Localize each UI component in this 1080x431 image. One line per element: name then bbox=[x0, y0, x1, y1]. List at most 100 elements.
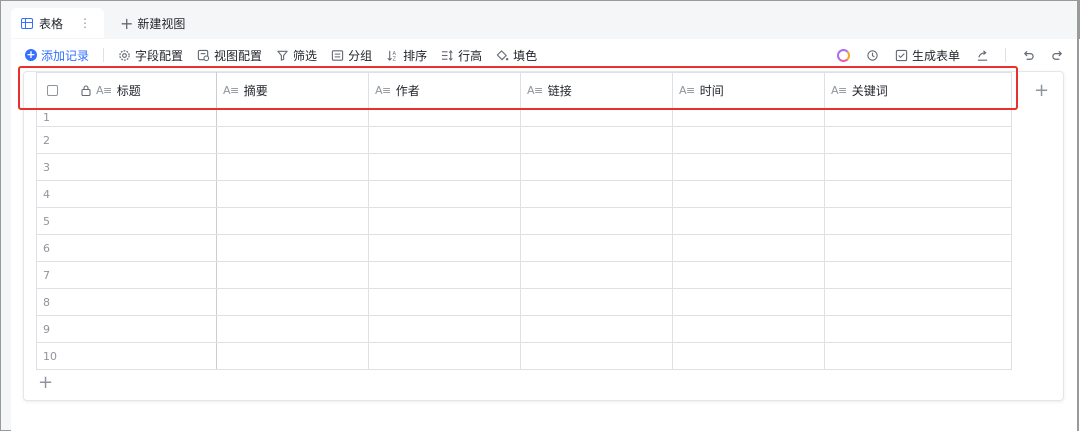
table-cell[interactable] bbox=[672, 261, 825, 289]
column-header-link[interactable]: A≡ 链接 bbox=[520, 72, 673, 109]
table-cell[interactable] bbox=[672, 108, 825, 127]
generate-form-button[interactable]: 生成表单 bbox=[895, 47, 960, 64]
table-row[interactable]: 10 bbox=[36, 342, 1012, 370]
table-row[interactable]: 5 bbox=[36, 207, 1012, 235]
table-cell[interactable] bbox=[672, 153, 825, 181]
sort-button[interactable]: AZ 排序 bbox=[386, 47, 427, 64]
view-tab-bar: 表格 ⋮ + 新建视图 bbox=[11, 7, 185, 39]
table-cell[interactable] bbox=[368, 234, 521, 262]
table-cell[interactable] bbox=[824, 180, 1012, 208]
table-row[interactable]: 9 bbox=[36, 315, 1012, 343]
table-cell[interactable] bbox=[368, 153, 521, 181]
table-cell[interactable] bbox=[824, 315, 1012, 343]
table-cell[interactable] bbox=[672, 180, 825, 208]
table-cell[interactable] bbox=[672, 234, 825, 262]
table-row[interactable]: 8 bbox=[36, 288, 1012, 316]
table-cell[interactable] bbox=[216, 288, 369, 316]
table-cell[interactable] bbox=[216, 234, 369, 262]
table-cell[interactable] bbox=[520, 288, 673, 316]
table-cell[interactable] bbox=[824, 288, 1012, 316]
table-cell[interactable] bbox=[216, 261, 369, 289]
table-cell[interactable] bbox=[368, 207, 521, 235]
table-cell[interactable] bbox=[520, 261, 673, 289]
table-cell[interactable] bbox=[368, 108, 521, 127]
more-vertical-icon[interactable]: ⋮ bbox=[79, 16, 91, 30]
add-column-button[interactable]: + bbox=[1034, 80, 1049, 101]
table-cell[interactable] bbox=[368, 315, 521, 343]
app-frame: 表格 ⋮ + 新建视图 + 添加记录 字段配置 视图配置 筛选 分组 A Z 排… bbox=[0, 0, 1080, 431]
group-button[interactable]: 分组 bbox=[331, 47, 372, 64]
table-cell[interactable] bbox=[216, 126, 369, 154]
new-view-label: 新建视图 bbox=[137, 16, 186, 31]
column-header-summary[interactable]: A≡ 摘要 bbox=[216, 72, 369, 109]
table-cell[interactable] bbox=[520, 207, 673, 235]
table-row[interactable]: 1 bbox=[36, 108, 1012, 127]
column-header-time[interactable]: A≡ 时间 bbox=[672, 72, 825, 109]
table-cell[interactable] bbox=[368, 126, 521, 154]
table-cell[interactable] bbox=[216, 207, 369, 235]
table-cell[interactable] bbox=[672, 126, 825, 154]
table-cell[interactable] bbox=[368, 288, 521, 316]
table-row[interactable]: 6 bbox=[36, 234, 1012, 262]
column-header-author[interactable]: A≡ 作者 bbox=[368, 72, 521, 109]
row-number: 4 bbox=[36, 180, 217, 208]
table-cell[interactable] bbox=[520, 342, 673, 370]
table-cell[interactable] bbox=[216, 342, 369, 370]
history-clock-icon bbox=[867, 49, 878, 61]
new-view-button[interactable]: + 新建视图 bbox=[120, 14, 185, 33]
table-cell[interactable] bbox=[672, 288, 825, 316]
table-cell[interactable] bbox=[216, 153, 369, 181]
ai-assistant-button[interactable] bbox=[836, 48, 850, 62]
table-cell[interactable] bbox=[824, 234, 1012, 262]
table-row[interactable]: 2 bbox=[36, 126, 1012, 154]
add-record-button[interactable]: + 添加记录 bbox=[25, 47, 89, 64]
field-config-label: 字段配置 bbox=[135, 48, 184, 63]
table-row[interactable]: 4 bbox=[36, 180, 1012, 208]
tab-table-view[interactable]: 表格 ⋮ bbox=[11, 8, 105, 38]
data-grid: A≡ 标题 A≡ 摘要 A≡ 作者 A≡ 链接 A≡ 时间 A≡ 关键词 1 2… bbox=[36, 72, 1012, 370]
table-cell[interactable] bbox=[824, 261, 1012, 289]
row-number: 10 bbox=[36, 342, 217, 370]
table-cell[interactable] bbox=[368, 180, 521, 208]
add-row-button[interactable]: + bbox=[38, 372, 53, 393]
table-cell[interactable] bbox=[520, 126, 673, 154]
column-header-title[interactable]: A≡ 标题 bbox=[36, 72, 217, 109]
table-cell[interactable] bbox=[824, 108, 1012, 127]
table-cell[interactable] bbox=[672, 207, 825, 235]
table-cell[interactable] bbox=[672, 315, 825, 343]
header-row: A≡ 标题 A≡ 摘要 A≡ 作者 A≡ 链接 A≡ 时间 A≡ 关键词 bbox=[36, 72, 1012, 109]
table-cell[interactable] bbox=[824, 126, 1012, 154]
share-button[interactable] bbox=[976, 49, 989, 62]
table-cell[interactable] bbox=[216, 180, 369, 208]
select-all-checkbox[interactable] bbox=[47, 85, 58, 96]
table-cell[interactable] bbox=[672, 342, 825, 370]
table-cell[interactable] bbox=[368, 261, 521, 289]
filter-button[interactable]: 筛选 bbox=[276, 47, 317, 64]
table-cell[interactable] bbox=[824, 342, 1012, 370]
row-number: 5 bbox=[36, 207, 217, 235]
table-row[interactable]: 3 bbox=[36, 153, 1012, 181]
table-cell[interactable] bbox=[520, 108, 673, 127]
table-row[interactable]: 7 bbox=[36, 261, 1012, 289]
table-cell[interactable] bbox=[216, 315, 369, 343]
table-cell[interactable] bbox=[216, 108, 369, 127]
table-cell[interactable] bbox=[824, 153, 1012, 181]
history-button[interactable] bbox=[866, 49, 879, 62]
row-number: 2 bbox=[36, 126, 217, 154]
text-field-icon: A≡ bbox=[679, 84, 695, 97]
table-cell[interactable] bbox=[368, 342, 521, 370]
table-cell[interactable] bbox=[520, 234, 673, 262]
table-cell[interactable] bbox=[520, 180, 673, 208]
column-label: 时间 bbox=[699, 84, 724, 98]
view-config-button[interactable]: 视图配置 bbox=[197, 47, 262, 64]
table-cell[interactable] bbox=[520, 153, 673, 181]
table-cell[interactable] bbox=[824, 207, 1012, 235]
column-header-keywords[interactable]: A≡ 关键词 bbox=[824, 72, 1012, 109]
table-icon bbox=[21, 17, 33, 29]
row-height-button[interactable]: 行高 bbox=[441, 47, 482, 64]
redo-button[interactable] bbox=[1051, 49, 1064, 62]
undo-button[interactable] bbox=[1022, 49, 1035, 62]
table-cell[interactable] bbox=[520, 315, 673, 343]
fill-color-button[interactable]: 填色 bbox=[496, 47, 537, 64]
field-config-button[interactable]: 字段配置 bbox=[118, 47, 183, 64]
